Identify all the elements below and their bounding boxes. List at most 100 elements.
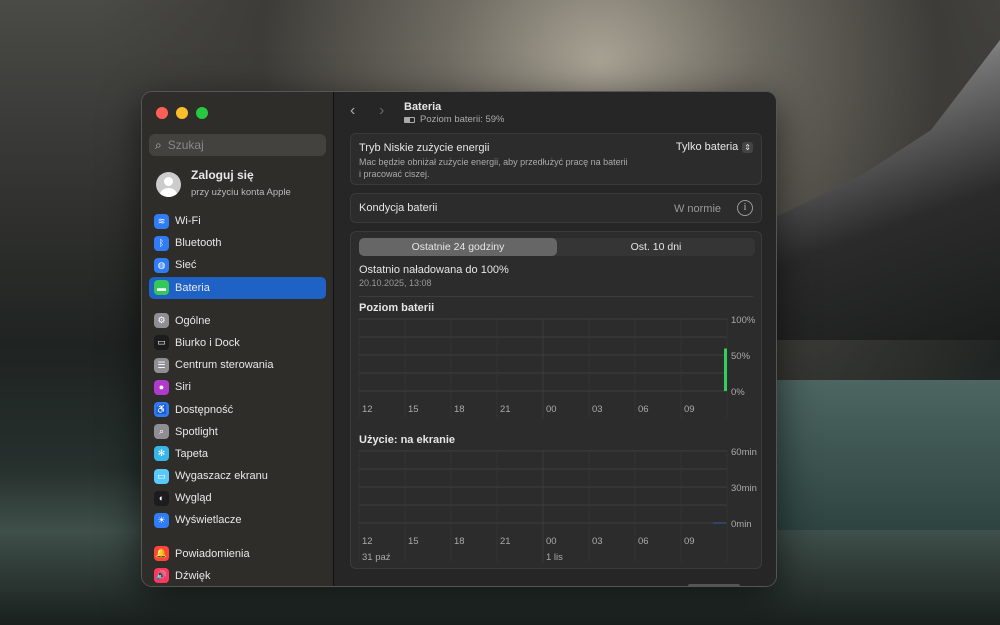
y-tick-label: 30min [731,483,757,494]
sidebar-item-label: Wygaszacz ekranu [175,470,268,483]
search-input[interactable]: ⌕ Szukaj [149,134,326,156]
chart-title: Poziom baterii [359,302,434,314]
battery-level-text: Poziom baterii: 59% [420,114,505,125]
search-placeholder: Szukaj [167,138,204,152]
y-tick-label: 0% [731,387,745,398]
battery-health-card: Kondycja baterii W normie i [350,193,762,223]
usage-card: Ostatnie 24 godziny Ost. 10 dni Ostatnio… [350,231,762,569]
x-tick-label: 18 [454,536,465,547]
data-bar [724,348,727,391]
x-tick-label: 00 [546,536,557,547]
sidebar-item-label: Centrum sterowania [175,359,274,372]
wallpaper-mountain [770,40,1000,340]
x-tick-label: 12 [362,536,373,547]
main-pane: ‹ › Bateria Poziom baterii: 59% Tryb Nis… [334,92,776,586]
x-tick-label: 06 [638,536,649,547]
settings-window: ⌕ Szukaj Zaloguj się przy użyciu konta Ap… [141,91,777,587]
spotlight-icon: ⌕ [154,424,169,440]
battery-icon: ▬ [154,280,169,296]
gear-icon: ⚙ [154,313,169,329]
sidebar-item-label: Dostępność [175,403,234,416]
y-tick-label: 0min [731,519,752,530]
sidebar-item-battery[interactable]: ▬ Bateria [149,276,326,299]
sidebar-item-accessibility[interactable]: ♿ Dostępność [149,399,326,421]
y-tick-label: 50% [731,351,751,362]
health-label: Kondycja baterii [359,202,438,214]
y-tick-label: 100% [731,315,756,326]
close-button[interactable] [156,107,168,119]
sidebar-item-gear[interactable]: ⚙ Ogólne [149,310,326,332]
account-subtitle: przy użyciu konta Apple [191,187,291,198]
sound-icon: 🔊 [154,568,169,584]
sidebar-item-label: Ogólne [175,314,211,327]
bottom-button[interactable] [688,584,740,586]
accessibility-icon: ♿ [154,402,169,417]
account-item[interactable]: Zaloguj się przy użyciu konta Apple [156,168,291,200]
sidebar-item-label: Sieć [175,259,197,272]
sidebar-item-label: Spotlight [175,425,218,438]
back-button[interactable]: ‹ [350,102,355,120]
x-tick-label: 12 [362,404,373,415]
low-power-select[interactable]: Tylko bateria ⇕ [676,141,753,153]
screensaver-icon: ▭ [154,468,169,484]
sidebar-item-sound[interactable]: 🔊 Dźwięk [149,565,326,586]
low-power-label: Tryb Niskie zużycie energii [359,142,490,154]
sidebar-item-label: Siri [175,381,191,394]
sidebar-item-label: Wygląd [175,492,212,505]
siri-icon: ● [154,379,169,395]
sidebar-item-wallpaper[interactable]: ✻ Tapeta [149,443,326,465]
wallpaper-icon: ✻ [154,446,169,462]
last-charge-label: Ostatnio naładowana do 100% [359,264,509,276]
sidebar-item-label: Wyświetlacze [175,514,242,527]
x-tick-label: 03 [592,536,603,547]
tab-last-10-days[interactable]: Ost. 10 dni [557,238,755,256]
globe-icon: ◍ [154,257,169,273]
info-icon[interactable]: i [737,200,753,216]
low-power-desc-line1: Mac będzie obniżał zużycie energii, aby … [359,157,628,167]
low-power-card: Tryb Niskie zużycie energii Mac będzie o… [350,133,762,185]
sidebar-item-label: Bateria [175,281,210,294]
chevron-updown-icon: ⇕ [742,141,753,153]
zoom-button[interactable] [196,107,208,119]
x-tick-label: 09 [684,404,695,415]
sidebar-item-appearance[interactable]: ◐ Wygląd [149,487,326,509]
sidebar-item-screensaver[interactable]: ▭ Wygaszacz ekranu [149,465,326,487]
sidebar-item-label: Dźwięk [175,569,211,582]
sidebar-item-wifi[interactable]: ≋ Wi-Fi [149,210,326,232]
tab-last-24-hours[interactable]: Ostatnie 24 godziny [359,238,557,256]
page-title: Bateria [404,101,442,113]
low-power-desc-line2: i pracować ciszej. [359,169,430,179]
account-name: Zaloguj się [191,168,254,182]
sidebar-item-label: Bluetooth [175,237,222,250]
y-tick-label: 60min [731,447,757,458]
chart-title: Użycie: na ekranie [359,434,455,446]
x-tick-label: 21 [500,536,511,547]
x-tick-label: 15 [408,404,419,415]
sidebar-item-siri[interactable]: ● Siri [149,376,326,398]
last-charge-date: 20.10.2025, 13:08 [359,278,432,288]
notifications-icon: 🔔 [154,546,169,562]
control-center-icon: ☰ [154,357,169,373]
dock-icon: ▭ [154,335,169,351]
sidebar-item-label: Biurko i Dock [175,336,240,349]
battery-icon [404,116,415,123]
x-tick-label: 15 [408,536,419,547]
wallpaper-lake [770,380,1000,530]
sidebar-item-globe[interactable]: ◍ Sieć [149,254,326,276]
x-tick-label: 00 [546,404,557,415]
sidebar-item-spotlight[interactable]: ⌕ Spotlight [149,421,326,443]
forward-button[interactable]: › [379,102,384,120]
divider [359,296,753,297]
sidebar-item-notifications[interactable]: 🔔 Powiadomienia [149,543,326,565]
displays-icon: ☀ [154,512,169,528]
sidebar-item-bluetooth[interactable]: ᛒ Bluetooth [149,232,326,254]
minimize-button[interactable] [176,107,188,119]
sidebar-item-control-center[interactable]: ☰ Centrum sterowania [149,354,326,376]
search-icon: ⌕ [155,137,162,152]
sidebar-item-displays[interactable]: ☀ Wyświetlacze [149,509,326,531]
sidebar-item-dock[interactable]: ▭ Biurko i Dock [149,332,326,354]
sidebar-item-label: Tapeta [175,447,209,460]
appearance-icon: ◐ [154,490,169,506]
